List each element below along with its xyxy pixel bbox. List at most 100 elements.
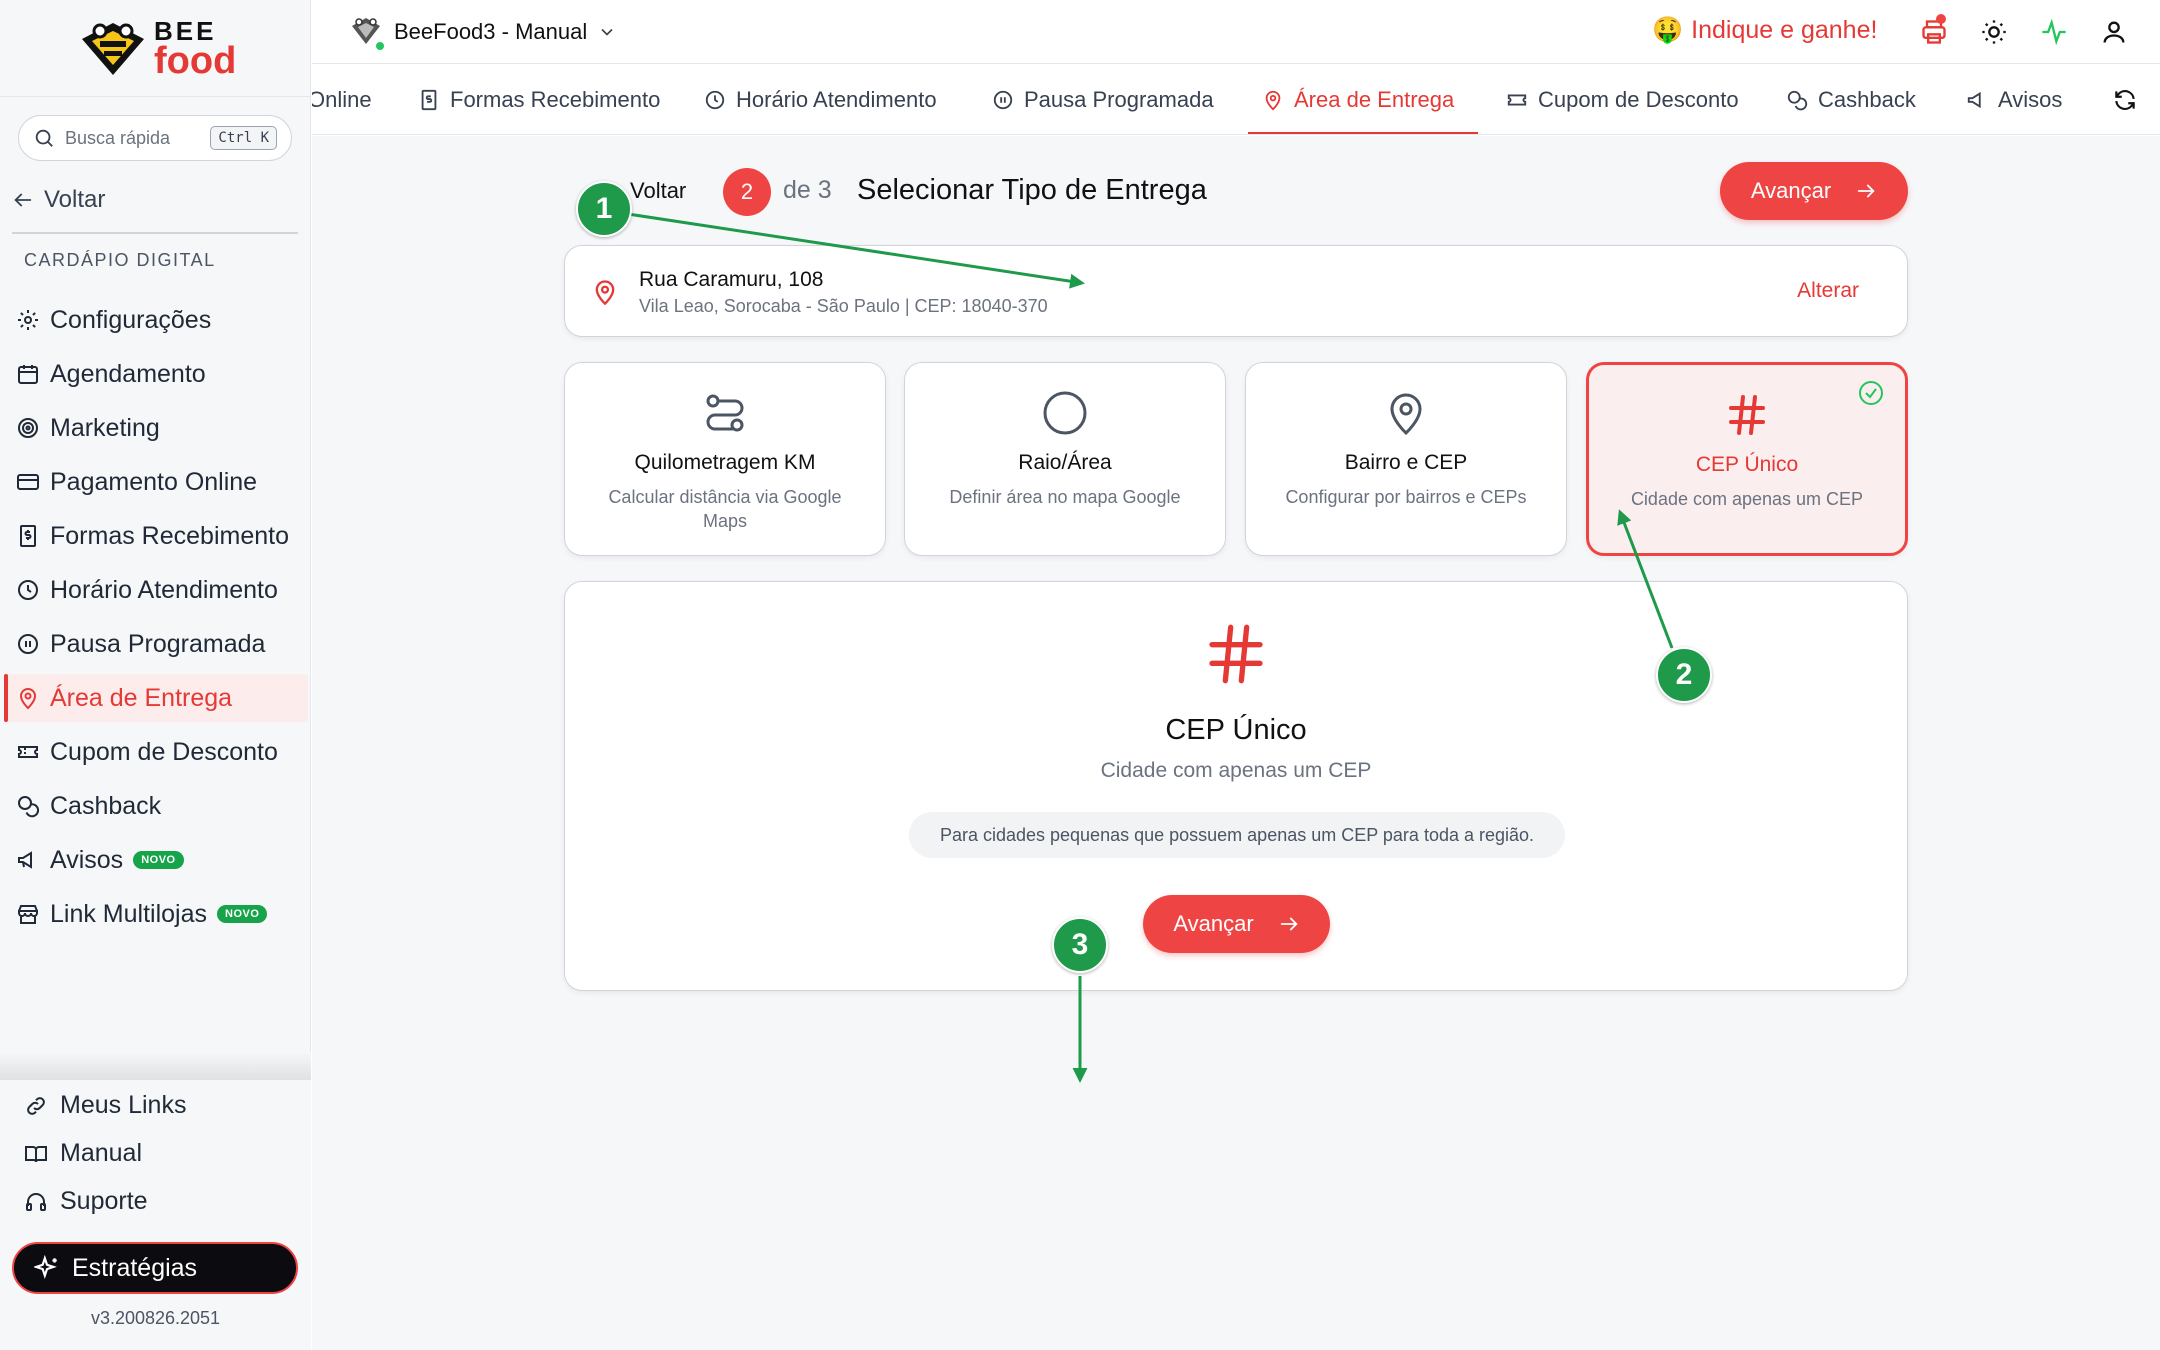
sidebar-item-label: Horário Atendimento bbox=[50, 575, 278, 604]
tab-area-de-entrega[interactable]: Área de Entrega bbox=[1247, 65, 1479, 134]
tab-cupom-de-desconto[interactable]: Cupom de Desconto bbox=[1506, 65, 1739, 134]
button-label: Avançar bbox=[1173, 911, 1254, 936]
option-title: Bairro e CEP bbox=[1344, 451, 1468, 474]
check-circle-icon bbox=[1859, 381, 1883, 405]
sidebar-link-label: Manual bbox=[60, 1139, 142, 1167]
online-status-dot bbox=[374, 40, 386, 52]
search-shortcut: Ctrl K bbox=[210, 126, 277, 150]
pause-icon bbox=[18, 634, 38, 654]
sidebar-item-agendamento[interactable]: Agendamento bbox=[4, 350, 308, 398]
option-desc: Cidade com apenas um CEP bbox=[1630, 489, 1864, 509]
quick-search[interactable]: Busca rápida Ctrl K bbox=[18, 115, 292, 161]
sidebar-link-manual[interactable]: Manual bbox=[24, 1139, 142, 1168]
option-cep-unico[interactable]: CEP Único Cidade com apenas um CEP bbox=[1586, 362, 1908, 556]
settings-tabs: Online Formas Recebimento Horário Atendi… bbox=[312, 65, 2160, 135]
strategies-button[interactable]: Estratégias bbox=[12, 1242, 298, 1294]
hash-icon bbox=[1729, 395, 1765, 435]
app-version: v3.200826.2051 bbox=[90, 1308, 221, 1328]
tab-pausa-programada[interactable]: Pausa Programada bbox=[992, 65, 1214, 134]
activity-icon[interactable] bbox=[2040, 18, 2068, 46]
top-bar: BeeFood3 - Manual 🤑 Indique e ganhe! bbox=[312, 0, 2160, 64]
store-selector[interactable]: BeeFood3 - Manual bbox=[348, 14, 617, 52]
sidebar-item-cashback[interactable]: Cashback bbox=[4, 782, 308, 830]
credit-card-icon bbox=[17, 474, 39, 490]
option-raio-area[interactable]: Raio/Área Definir área no mapa Google bbox=[904, 362, 1226, 556]
address-street: Rua Caramuru, 108 bbox=[639, 268, 824, 291]
sidebar-item-label: Pausa Programada bbox=[50, 629, 266, 658]
next-button-top[interactable]: Avançar bbox=[1720, 162, 1908, 220]
sidebar-item-label: Cashback bbox=[50, 791, 162, 820]
circle-icon bbox=[1043, 391, 1087, 435]
receipt-icon bbox=[20, 525, 36, 547]
wizard-back-button[interactable]: Voltar bbox=[630, 178, 686, 204]
step-number-badge: 2 bbox=[723, 168, 771, 216]
clock-icon bbox=[18, 580, 38, 600]
sidebar-item-configuracoes[interactable]: Configurações bbox=[4, 296, 308, 344]
store-name: BeeFood3 - Manual bbox=[394, 19, 588, 44]
tab-avisos[interactable]: Avisos bbox=[1966, 65, 2063, 134]
tab-label: Avisos bbox=[1998, 87, 2063, 112]
tab-label: Formas Recebimento bbox=[450, 87, 661, 112]
address-detail: Vila Leao, Sorocaba - São Paulo | CEP: 1… bbox=[639, 296, 1048, 316]
arrow-left-icon bbox=[14, 193, 32, 207]
money-face-icon: 🤑 bbox=[1652, 16, 1684, 44]
sidebar-item-area-de-entrega[interactable]: Área de Entrega bbox=[4, 674, 308, 722]
referral-link[interactable]: 🤑 Indique e ganhe! bbox=[1652, 16, 1877, 45]
sidebar-link-suporte[interactable]: Suporte bbox=[24, 1187, 148, 1216]
sidebar-item-label: Marketing bbox=[50, 413, 160, 442]
tab-pagamento-online[interactable]: Online bbox=[312, 65, 372, 134]
arrow-right-icon bbox=[1280, 917, 1298, 931]
sidebar-link-label: Meus Links bbox=[60, 1091, 187, 1119]
option-bairro-cep[interactable]: Bairro e CEP Configurar por bairros e CE… bbox=[1245, 362, 1567, 556]
sidebar-link-meus-links[interactable]: Meus Links bbox=[24, 1091, 186, 1120]
sidebar-item-horario-atendimento[interactable]: Horário Atendimento bbox=[4, 566, 308, 614]
sidebar-item-cupom-de-desconto[interactable]: Cupom de Desconto bbox=[4, 728, 308, 776]
sparkles-icon bbox=[34, 1255, 57, 1280]
divider bbox=[0, 96, 311, 97]
tab-label: Online bbox=[312, 87, 372, 112]
store-avatar bbox=[348, 14, 386, 52]
refresh-icon[interactable] bbox=[2112, 87, 2138, 113]
sun-icon[interactable] bbox=[1980, 18, 2008, 46]
option-quilometragem[interactable]: Quilometragem KM Calcular distância via … bbox=[564, 362, 886, 556]
strategies-label: Estratégias bbox=[72, 1253, 198, 1282]
map-pin-icon bbox=[595, 280, 615, 306]
headphones-icon bbox=[26, 1192, 46, 1211]
notification-dot bbox=[1936, 14, 1946, 24]
arrow-right-icon bbox=[1857, 184, 1875, 198]
user-icon[interactable] bbox=[2100, 18, 2128, 46]
referral-label: Indique e ganhe! bbox=[1691, 16, 1878, 44]
pause-icon bbox=[993, 90, 1013, 110]
search-icon bbox=[35, 129, 53, 147]
tab-label: Área de Entrega bbox=[1294, 87, 1455, 112]
detail-subtitle: Cidade com apenas um CEP bbox=[1100, 759, 1372, 782]
tab-formas-recebimento[interactable]: Formas Recebimento bbox=[418, 65, 661, 134]
sidebar-item-pausa-programada[interactable]: Pausa Programada bbox=[4, 620, 308, 668]
bee-logo-icon bbox=[82, 23, 144, 75]
sidebar-item-formas-recebimento[interactable]: Formas Recebimento bbox=[4, 512, 308, 560]
sidebar-item-label: Cupom de Desconto bbox=[50, 737, 278, 766]
sidebar-item-avisos[interactable]: Avisos NOVO bbox=[4, 836, 308, 884]
map-pin-icon bbox=[1390, 393, 1422, 436]
tab-label: Cupom de Desconto bbox=[1538, 87, 1739, 112]
tab-cashback[interactable]: Cashback bbox=[1786, 65, 1916, 134]
change-address-link[interactable]: Alterar bbox=[1797, 279, 1859, 303]
annotation-marker-2: 2 bbox=[1656, 647, 1712, 703]
tab-label: Horário Atendimento bbox=[736, 87, 937, 112]
tab-horario-atendimento[interactable]: Horário Atendimento bbox=[704, 65, 937, 134]
sidebar-item-marketing[interactable]: Marketing bbox=[4, 404, 308, 452]
beefood-logo[interactable]: BEE food bbox=[78, 18, 236, 80]
sidebar-item-pagamento-online[interactable]: Pagamento Online bbox=[4, 458, 308, 506]
next-button-bottom[interactable]: Avançar bbox=[1143, 895, 1330, 953]
detail-note: Para cidades pequenas que possuem apenas… bbox=[909, 812, 1565, 858]
ticket-icon bbox=[1507, 94, 1527, 106]
back-label: Voltar bbox=[44, 186, 106, 213]
sidebar-back-link[interactable]: Voltar bbox=[12, 186, 105, 214]
option-desc: Definir área no mapa Google bbox=[949, 487, 1181, 507]
coins-icon bbox=[18, 796, 40, 818]
section-label: CARDÁPIO DIGITAL bbox=[24, 250, 216, 270]
sidebar-menu: Configurações Agendamento Marketing Paga… bbox=[4, 296, 308, 944]
map-pin-icon bbox=[1265, 90, 1281, 111]
sidebar-item-link-multilojas[interactable]: Link Multilojas NOVO bbox=[4, 890, 308, 938]
megaphone-icon bbox=[1967, 91, 1981, 109]
